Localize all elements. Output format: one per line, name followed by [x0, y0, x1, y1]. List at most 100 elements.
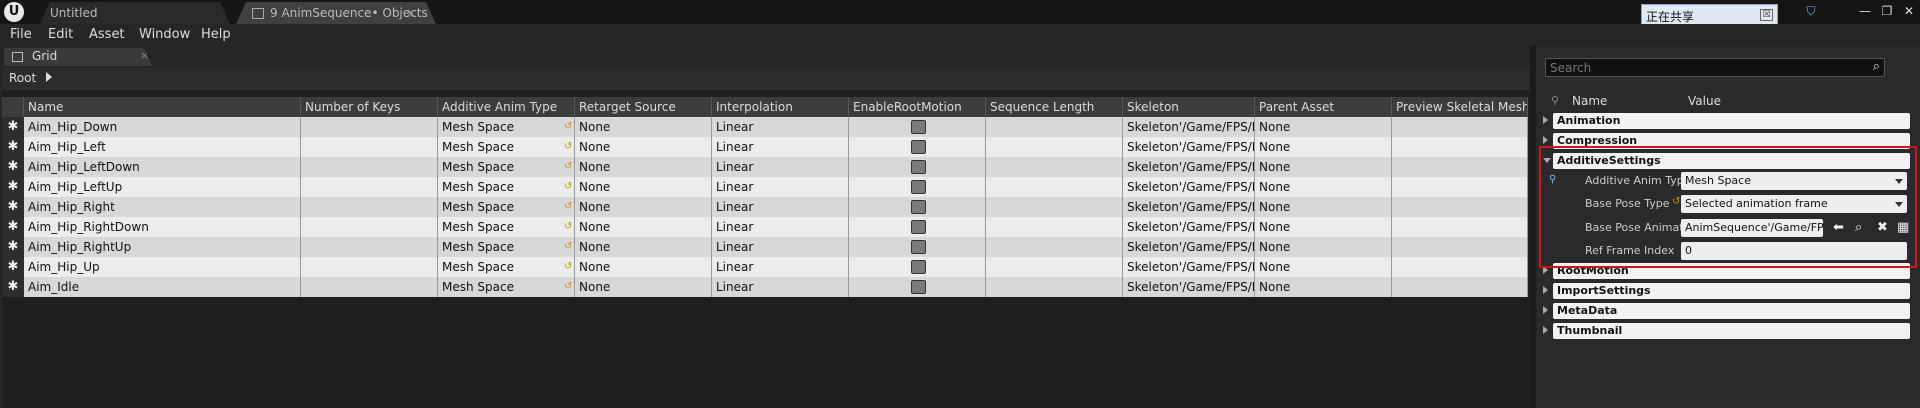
- column-header[interactable]: Number of Keys: [301, 97, 438, 117]
- cell-additive[interactable]: Mesh Space ↺: [438, 217, 575, 237]
- table-row[interactable]: ✱ Aim_Hip_LeftUp Mesh Space ↺ None Linear Skel…: [2, 177, 1528, 197]
- cell-additive[interactable]: Mesh Space ↺: [438, 197, 575, 217]
- reset-to-default-icon[interactable]: ↺: [564, 137, 572, 157]
- cell-keys[interactable]: [301, 117, 438, 137]
- document-tab-anim-objects[interactable]: 9 AnimSequence• Objects ×: [236, 2, 436, 24]
- column-header[interactable]: Additive Anim Type: [438, 97, 575, 117]
- cell-seq-len[interactable]: [986, 117, 1123, 137]
- category-import-settings[interactable]: ImportSettings: [1537, 282, 1920, 300]
- reset-to-default-icon[interactable]: ↺: [564, 257, 572, 277]
- reset-to-default-icon[interactable]: ↺: [564, 177, 572, 197]
- menu-edit[interactable]: Edit: [48, 27, 73, 42]
- use-selected-arrow-icon[interactable]: ⬅: [1833, 220, 1844, 235]
- cell-name[interactable]: Aim_Hip_Up: [24, 257, 301, 277]
- cell-keys[interactable]: [301, 277, 438, 297]
- cell-keys[interactable]: [301, 237, 438, 257]
- cell-preview[interactable]: [1392, 117, 1528, 137]
- unreal-logo[interactable]: U: [4, 2, 24, 22]
- cell-name[interactable]: Aim_Hip_Left: [24, 137, 301, 157]
- cell-skeleton[interactable]: Skeleton'/Game/FPS/M: [1123, 117, 1255, 137]
- cell-seq-len[interactable]: [986, 137, 1123, 157]
- ref-frame-index-input[interactable]: 0: [1681, 242, 1907, 260]
- cell-name[interactable]: Aim_Hip_LeftUp: [24, 177, 301, 197]
- cell-additive[interactable]: Mesh Space ↺: [438, 257, 575, 277]
- cell-additive[interactable]: Mesh Space ↺: [438, 277, 575, 297]
- cell-root-motion[interactable]: [849, 197, 986, 217]
- cell-name[interactable]: Aim_Hip_Down: [24, 117, 301, 137]
- cell-seq-len[interactable]: [986, 197, 1123, 217]
- row-object-icon[interactable]: ✱: [2, 257, 24, 277]
- cell-preview[interactable]: [1392, 277, 1528, 297]
- enable-root-motion-checkbox[interactable]: [911, 160, 926, 174]
- enable-root-motion-checkbox[interactable]: [911, 240, 926, 254]
- menu-file[interactable]: File: [10, 27, 32, 42]
- cell-interp[interactable]: Linear: [712, 157, 849, 177]
- category-additive-settings[interactable]: AdditiveSettings: [1537, 152, 1920, 170]
- table-row[interactable]: ✱ Aim_Hip_LeftDown Mesh Space ↺ None Linear Sk…: [2, 157, 1528, 177]
- cell-seq-len[interactable]: [986, 177, 1123, 197]
- additive-anim-type-dropdown[interactable]: Mesh Space: [1681, 172, 1907, 190]
- cell-preview[interactable]: [1392, 257, 1528, 277]
- table-row[interactable]: ✱ Aim_Hip_Right Mesh Space ↺ None Linear Skele…: [2, 197, 1528, 217]
- cell-keys[interactable]: [301, 157, 438, 177]
- enable-root-motion-checkbox[interactable]: [911, 180, 926, 194]
- close-icon[interactable]: ×: [140, 49, 149, 62]
- cell-keys[interactable]: [301, 197, 438, 217]
- enable-root-motion-checkbox[interactable]: [911, 120, 926, 134]
- expand-arrow-icon[interactable]: [1543, 286, 1548, 294]
- cell-root-motion[interactable]: [849, 257, 986, 277]
- cell-additive[interactable]: Mesh Space ↺: [438, 237, 575, 257]
- minimize-button[interactable]: —: [1854, 2, 1876, 20]
- reset-to-default-icon[interactable]: ↺: [564, 217, 572, 237]
- category-root-motion[interactable]: RootMotion: [1537, 262, 1920, 280]
- reset-to-default-icon[interactable]: ↺: [564, 117, 572, 137]
- cell-retarget[interactable]: None: [575, 157, 712, 177]
- cell-additive[interactable]: Mesh Space ↺: [438, 177, 575, 197]
- table-row[interactable]: ✱ Aim_Hip_Left Mesh Space ↺ None Linear Skelet…: [2, 137, 1528, 157]
- share-close-icon[interactable]: ☒: [1760, 9, 1773, 21]
- tab-close-icon[interactable]: ×: [406, 2, 416, 24]
- cell-retarget[interactable]: None: [575, 217, 712, 237]
- tab-grid[interactable]: Grid ×: [4, 48, 152, 66]
- cell-retarget[interactable]: None: [575, 257, 712, 277]
- expand-arrow-icon[interactable]: [1543, 266, 1548, 274]
- column-header[interactable]: Skeleton: [1123, 97, 1255, 117]
- cell-interp[interactable]: Linear: [712, 237, 849, 257]
- expand-arrow-icon[interactable]: [1543, 116, 1548, 124]
- enable-root-motion-checkbox[interactable]: [911, 280, 926, 294]
- enable-root-motion-checkbox[interactable]: [911, 200, 926, 214]
- row-object-icon[interactable]: ✱: [2, 137, 24, 157]
- row-object-icon[interactable]: ✱: [2, 177, 24, 197]
- browse-search-icon[interactable]: ⌕: [1855, 220, 1862, 235]
- cell-preview[interactable]: [1392, 177, 1528, 197]
- cell-seq-len[interactable]: [986, 157, 1123, 177]
- cell-root-motion[interactable]: [849, 277, 986, 297]
- cell-retarget[interactable]: None: [575, 237, 712, 257]
- category-animation[interactable]: Animation: [1537, 112, 1920, 130]
- cell-retarget[interactable]: None: [575, 177, 712, 197]
- menu-help[interactable]: Help: [201, 27, 231, 42]
- row-object-icon[interactable]: ✱: [2, 157, 24, 177]
- cell-keys[interactable]: [301, 137, 438, 157]
- cell-seq-len[interactable]: [986, 237, 1123, 257]
- column-header[interactable]: Interpolation: [712, 97, 849, 117]
- row-object-icon[interactable]: ✱: [2, 117, 24, 137]
- cell-parent[interactable]: None: [1255, 197, 1392, 217]
- picker-grid-icon[interactable]: ▦: [1897, 220, 1909, 235]
- cell-interp[interactable]: Linear: [712, 137, 849, 157]
- search-icon[interactable]: ⌕: [1873, 59, 1880, 74]
- cell-retarget[interactable]: None: [575, 137, 712, 157]
- cell-name[interactable]: Aim_Hip_LeftDown: [24, 157, 301, 177]
- cell-skeleton[interactable]: Skeleton'/Game/FPS/M: [1123, 197, 1255, 217]
- cell-name[interactable]: Aim_Hip_RightDown: [24, 217, 301, 237]
- cell-retarget[interactable]: None: [575, 197, 712, 217]
- cell-root-motion[interactable]: [849, 237, 986, 257]
- cell-interp[interactable]: Linear: [712, 217, 849, 237]
- cell-root-motion[interactable]: [849, 177, 986, 197]
- cell-interp[interactable]: Linear: [712, 117, 849, 137]
- cell-skeleton[interactable]: Skeleton'/Game/FPS/M: [1123, 257, 1255, 277]
- cell-skeleton[interactable]: Skeleton'/Game/FPS/M: [1123, 277, 1255, 297]
- cell-interp[interactable]: Linear: [712, 277, 849, 297]
- enable-root-motion-checkbox[interactable]: [911, 140, 926, 154]
- cell-skeleton[interactable]: Skeleton'/Game/FPS/M: [1123, 237, 1255, 257]
